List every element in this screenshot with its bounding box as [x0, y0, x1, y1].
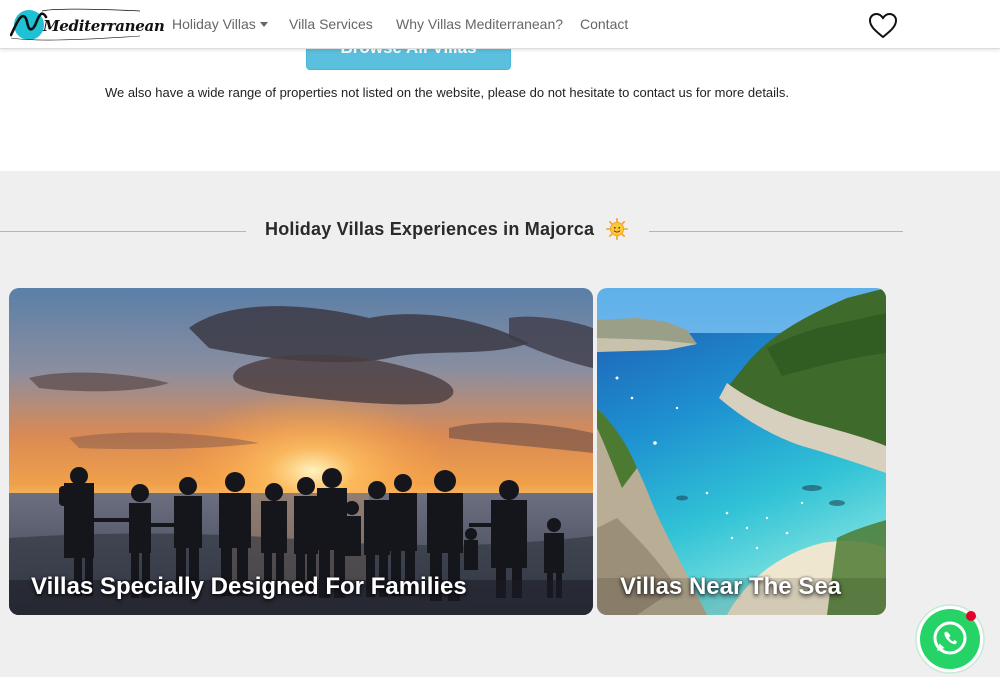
nav-holiday-villas[interactable]: Holiday Villas: [172, 16, 268, 32]
section-title: Holiday Villas Experiences in Majorca: [265, 219, 595, 239]
families-at-beach-sunset-image: [9, 288, 593, 615]
nav-why-villas-mediterranean[interactable]: Why Villas Mediterranean?: [396, 16, 563, 32]
whatsapp-icon: [915, 604, 985, 674]
title-divider-left: [0, 231, 246, 232]
whatsapp-button[interactable]: [915, 604, 985, 674]
card-near-sea-title: Villas Near The Sea: [620, 573, 842, 600]
logo[interactable]: Mediterranean: [10, 5, 165, 45]
nav-villa-services[interactable]: Villa Services: [289, 16, 373, 32]
notice-text: We also have a wide range of properties …: [104, 85, 790, 100]
smiling-sun-emoji: [606, 218, 629, 241]
notification-dot: [966, 611, 976, 621]
navbar: Mediterranean Holiday Villas Villa Servi…: [0, 0, 1000, 49]
card-families-title: Villas Specially Designed For Families: [31, 573, 467, 600]
title-divider-right: [649, 231, 903, 232]
nav-contact[interactable]: Contact: [580, 16, 628, 32]
nav-holiday-villas-label: Holiday Villas: [172, 16, 256, 32]
caret-down-icon: [259, 22, 268, 27]
logo-text: Mediterranean: [43, 17, 165, 35]
turquoise-cove-image: [597, 288, 886, 615]
card-families[interactable]: Villas Specially Designed For Families: [9, 288, 593, 615]
heart-outline-icon[interactable]: [867, 11, 899, 39]
card-near-sea[interactable]: Villas Near The Sea: [597, 288, 886, 615]
